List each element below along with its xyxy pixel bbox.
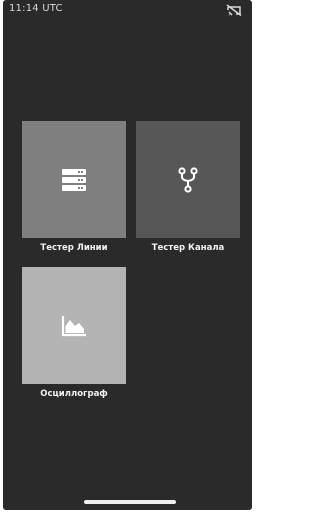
app-screen: 11:14 UTC Тестер Линии Тестер Канала Осц… (3, 0, 252, 510)
cast-disconnected-icon (226, 4, 242, 16)
home-indicator[interactable] (84, 500, 176, 504)
tile-oscilloscope[interactable]: Осциллограф (22, 267, 126, 402)
tile-channel-tester-box[interactable] (136, 121, 240, 238)
tile-channel-tester[interactable]: Тестер Канала (136, 121, 240, 256)
server-icon (62, 168, 86, 191)
branch-fork-icon (178, 166, 198, 193)
status-bar: 11:14 UTC (3, 0, 252, 20)
tile-line-tester-label: Тестер Линии (40, 243, 108, 253)
tile-oscilloscope-box[interactable] (22, 267, 126, 384)
status-time: 11:14 UTC (9, 3, 63, 14)
area-chart-icon (61, 315, 86, 336)
tile-line-tester-box[interactable] (22, 121, 126, 238)
tile-channel-tester-label: Тестер Канала (151, 243, 225, 253)
tile-line-tester[interactable]: Тестер Линии (22, 121, 126, 256)
tile-oscilloscope-label: Осциллограф (40, 389, 108, 399)
